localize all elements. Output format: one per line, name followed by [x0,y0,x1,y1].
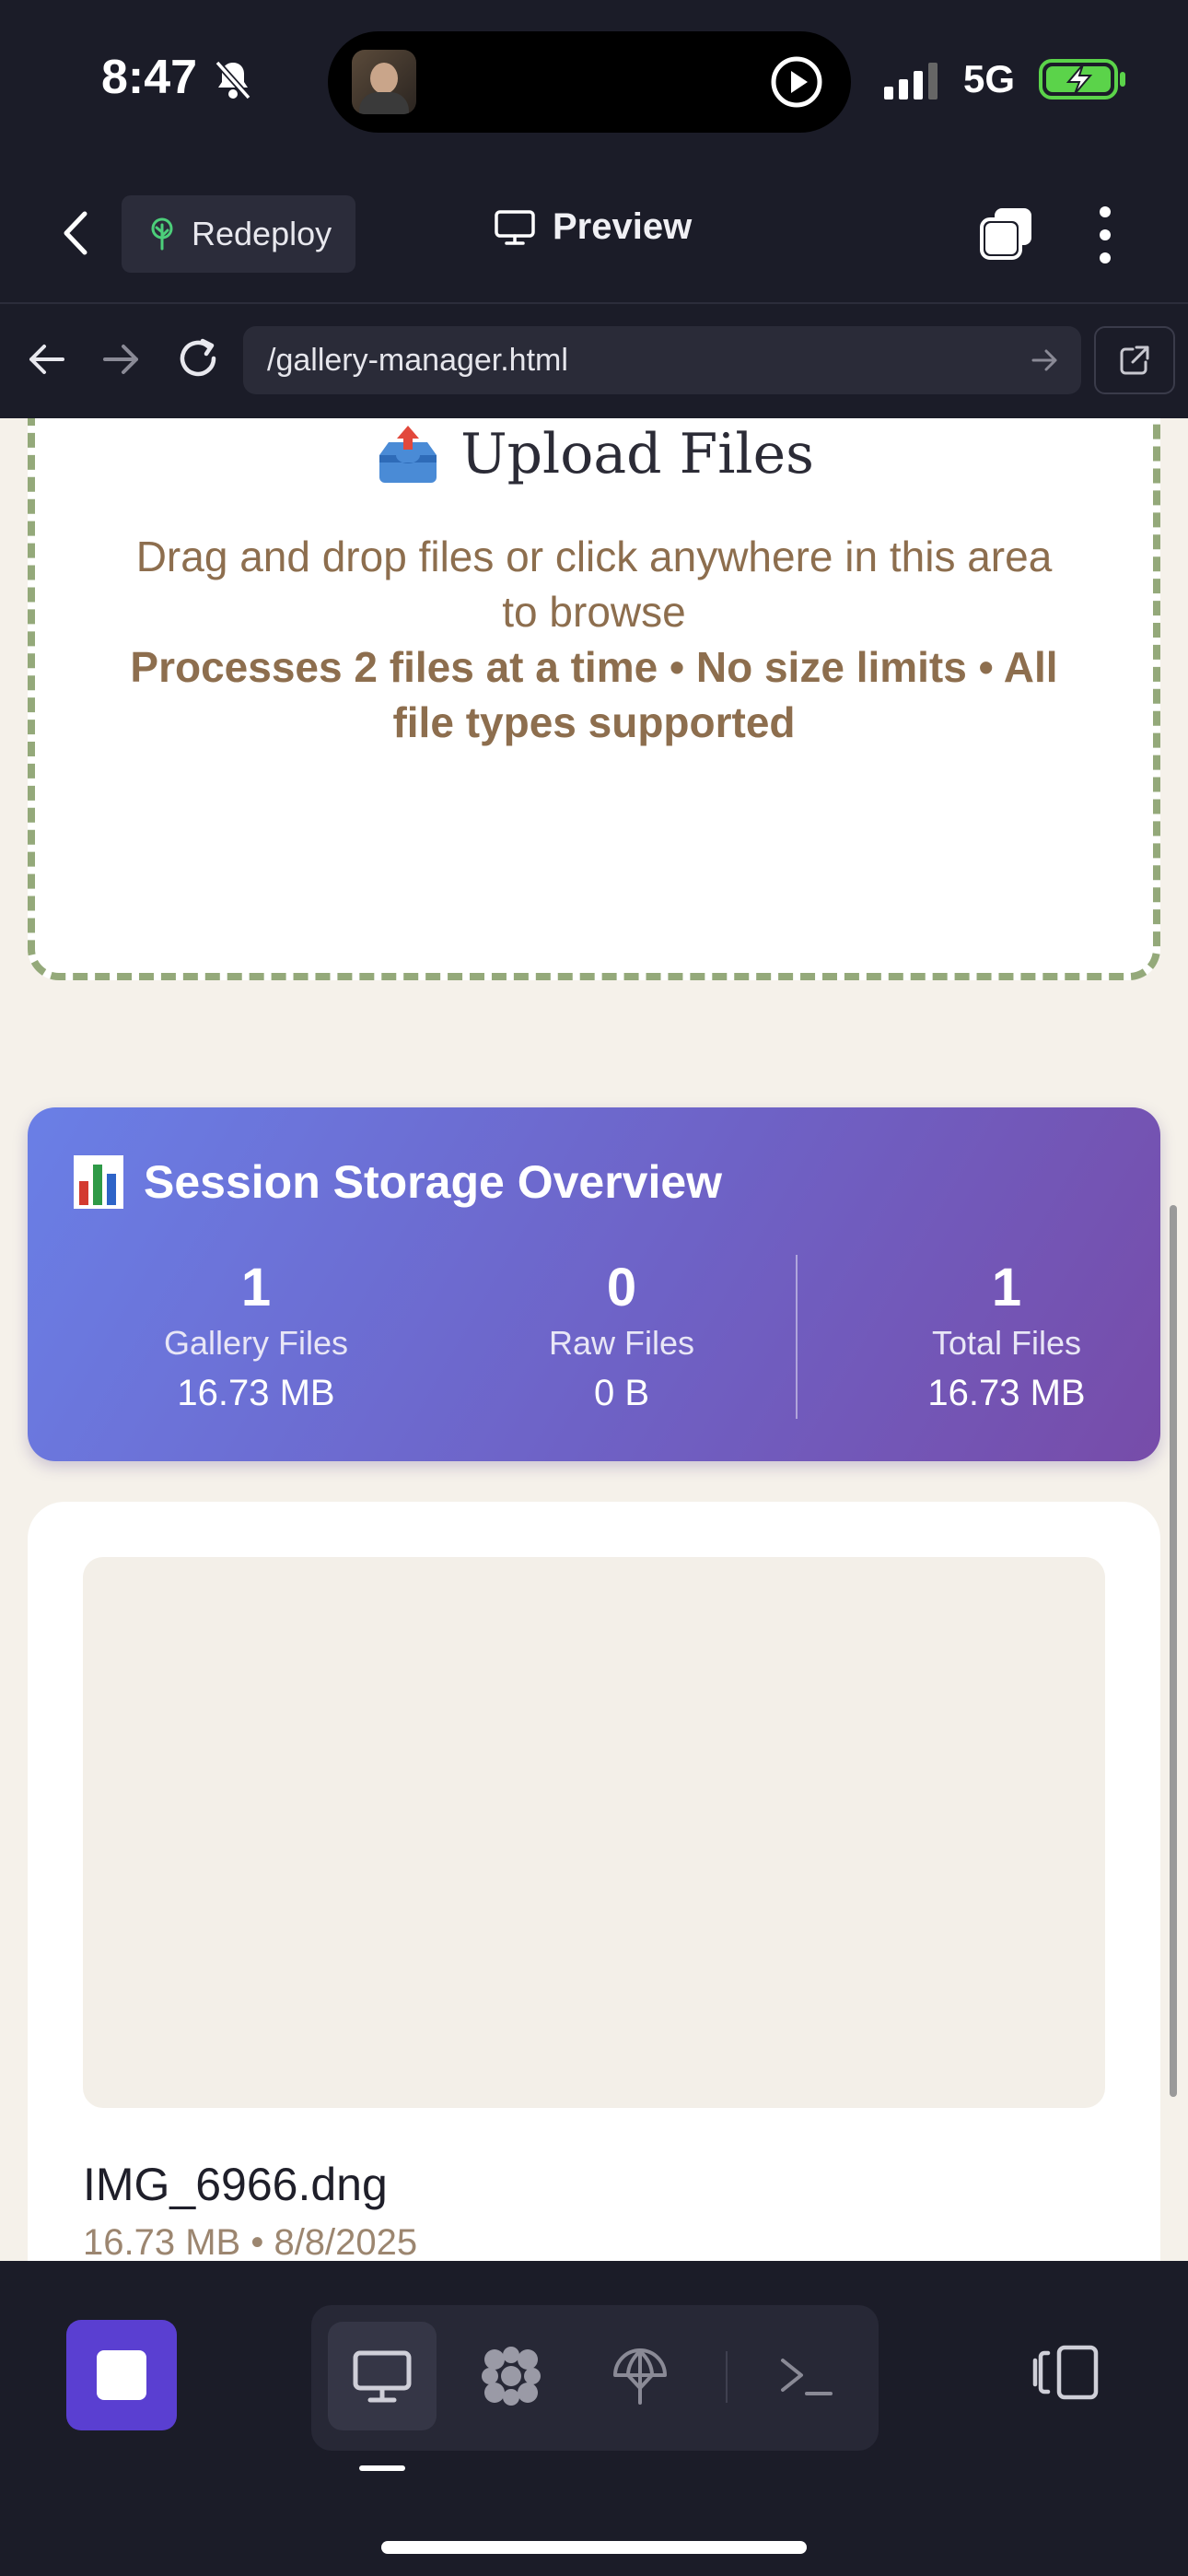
monitor-icon [495,209,535,245]
upload-limits-note: Processes 2 files at a time • No size li… [130,643,1058,746]
file-name: IMG_6966.dng [83,2159,388,2210]
tab-preview[interactable] [328,2322,437,2430]
tab-deploy[interactable] [586,2322,694,2430]
stat-gallery-files: 1 Gallery Files 16.73 MB [99,1259,413,1417]
redeploy-label: Redeploy [192,215,332,252]
tabs-icon[interactable] [978,205,1035,262]
stat-size: 0 B [593,1373,650,1413]
open-external-icon [1120,345,1149,375]
chevron-left-icon[interactable] [57,210,94,256]
url-input[interactable]: /gallery-manager.html [243,326,1081,394]
upload-title: Upload Files [35,422,1153,486]
open-external-button[interactable] [1094,326,1175,394]
stat-divider [796,1255,798,1419]
stat-total-files: 1 Total Files 16.73 MB [850,1259,1163,1417]
file-card[interactable]: IMG_6966.dng 16.73 MB • 8/8/2025 [28,1502,1160,2261]
bell-slash-icon [215,60,251,100]
storage-title: Session Storage Overview [74,1155,722,1209]
redeploy-button[interactable]: Redeploy [122,195,355,273]
upload-dropzone[interactable]: Upload Files Drag and drop files or clic… [28,418,1160,980]
battery-charging-icon [1039,59,1125,100]
browser-bar: /gallery-manager.html [0,306,1188,416]
more-vertical-icon[interactable] [1092,205,1118,265]
bar-chart-icon [74,1155,123,1209]
stop-button[interactable] [66,2320,177,2430]
home-indicator[interactable] [381,2541,807,2554]
play-circle-icon[interactable] [770,55,823,109]
dynamic-island[interactable] [328,31,851,133]
network-label: 5G [963,57,1016,100]
preview-label: Preview [553,206,693,247]
status-bar: 8:47 5G [0,0,1188,166]
split-view-icon[interactable] [1031,2342,1100,2403]
stat-label: Raw Files [548,1324,695,1362]
go-arrow-icon[interactable] [1030,345,1061,376]
stat-count: 1 [991,1258,1022,1317]
toolbar-separator [726,2351,728,2403]
file-meta: 16.73 MB • 8/8/2025 [83,2222,418,2261]
bottom-toolbar [0,2261,1188,2576]
reload-icon[interactable] [175,335,221,381]
inbox-tray-icon [379,426,437,483]
preview-title: Preview [494,206,692,248]
tab-apps[interactable] [457,2322,565,2430]
storage-title-text: Session Storage Overview [144,1156,723,1208]
now-playing-thumbnail [352,50,416,114]
arrow-right-icon[interactable] [101,339,142,380]
url-text: /gallery-manager.html [267,342,568,378]
tab-terminal[interactable] [751,2322,860,2430]
deploy-icon [613,2348,667,2405]
stat-size: 16.73 MB [927,1373,1086,1413]
stat-size: 16.73 MB [177,1373,335,1413]
status-time: 8:47 [101,51,198,104]
desktop-icon [353,2350,412,2403]
stat-count: 1 [240,1258,272,1317]
app-bar: Redeploy Preview [0,166,1188,304]
page-scrollbar[interactable] [1170,1205,1177,2097]
stat-count: 0 [606,1258,637,1317]
terminal-icon [781,2359,833,2395]
arrow-left-icon[interactable] [26,339,66,380]
upload-title-text: Upload Files [460,422,814,486]
upload-description: Drag and drop files or click anywhere in… [135,533,1053,636]
tree-icon [151,217,173,251]
session-storage-card: Session Storage Overview 1 Gallery Files… [28,1107,1160,1461]
stat-raw-files: 0 Raw Files 0 B [465,1259,778,1417]
active-tab-indicator [359,2465,405,2471]
grid-icon [482,2347,541,2406]
file-thumbnail[interactable] [83,1557,1105,2108]
page-content: Upload Files Drag and drop files or clic… [0,418,1188,2261]
stat-label: Total Files [931,1324,1082,1362]
signal-icon [884,63,938,100]
stat-label: Gallery Files [163,1324,349,1362]
stop-icon [97,2350,146,2400]
view-switcher [311,2305,879,2451]
